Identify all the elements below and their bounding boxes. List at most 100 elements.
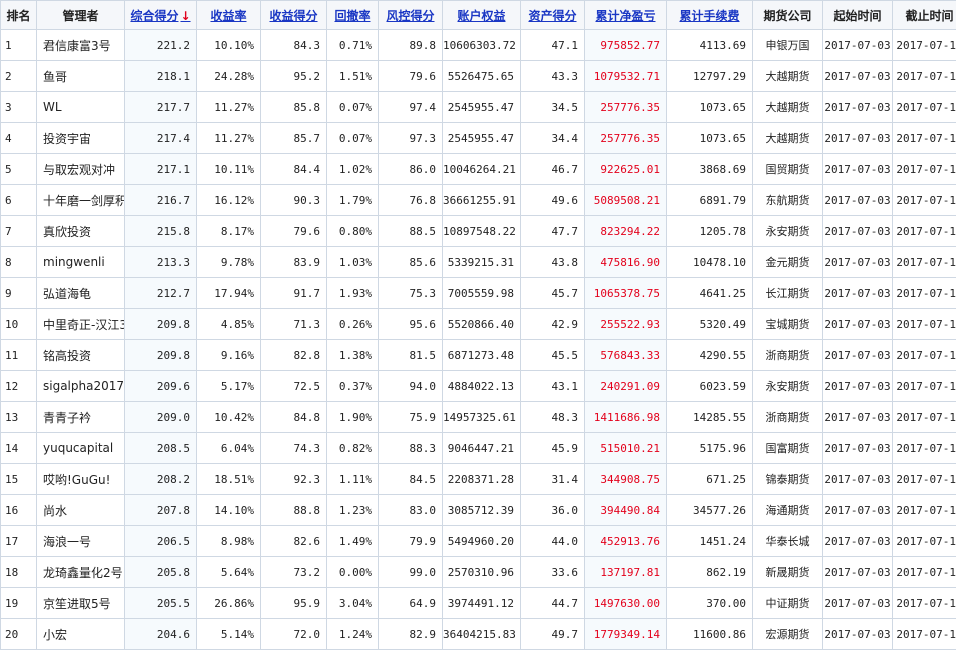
cell-end: 2017-07-13 [893, 278, 956, 309]
cell-asset-score: 45.7 [521, 278, 585, 309]
cell-return-score: 90.3 [261, 185, 327, 216]
table-row: 6十年磨一剑厚积216.716.12%90.31.79%76.836661255… [1, 185, 956, 216]
cell-rank: 11 [1, 340, 37, 371]
column-header-asset-score[interactable]: 资产得分 [521, 1, 585, 30]
cell-equity: 9046447.21 [443, 433, 521, 464]
cell-return-rate: 8.17% [197, 216, 261, 247]
cell-asset-score: 43.1 [521, 371, 585, 402]
cell-equity: 2208371.28 [443, 464, 521, 495]
cell-total-score: 205.8 [125, 557, 197, 588]
column-header-start: 起始时间 [823, 1, 893, 30]
cell-net-pnl: 975852.77 [585, 30, 667, 61]
column-header-risk-score[interactable]: 风控得分 [379, 1, 443, 30]
column-header-equity[interactable]: 账户权益 [443, 1, 521, 30]
cell-end: 2017-07-13 [893, 247, 956, 278]
cell-manager: 铭高投资 [37, 340, 125, 371]
cell-manager: 弘道海龟 [37, 278, 125, 309]
cell-fees: 5175.96 [667, 433, 753, 464]
cell-net-pnl: 515010.21 [585, 433, 667, 464]
cell-drawdown: 1.90% [327, 402, 379, 433]
cell-return-rate: 9.78% [197, 247, 261, 278]
cell-fees: 1205.78 [667, 216, 753, 247]
cell-fees: 4290.55 [667, 340, 753, 371]
cell-start: 2017-07-03 [823, 309, 893, 340]
table-row: 3WL217.711.27%85.80.07%97.42545955.4734.… [1, 92, 956, 123]
cell-start: 2017-07-03 [823, 216, 893, 247]
cell-return-rate: 10.42% [197, 402, 261, 433]
cell-return-rate: 26.86% [197, 588, 261, 619]
cell-end: 2017-07-13 [893, 123, 956, 154]
cell-risk-score: 79.9 [379, 526, 443, 557]
cell-equity: 7005559.98 [443, 278, 521, 309]
cell-return-score: 72.5 [261, 371, 327, 402]
cell-total-score: 213.3 [125, 247, 197, 278]
cell-manager: 十年磨一剑厚积 [37, 185, 125, 216]
cell-net-pnl: 1411686.98 [585, 402, 667, 433]
cell-manager: 中里奇正-汉江3 [37, 309, 125, 340]
cell-start: 2017-07-03 [823, 340, 893, 371]
cell-asset-score: 44.7 [521, 588, 585, 619]
column-header-label: 截止时间 [905, 9, 953, 23]
cell-equity: 2570310.96 [443, 557, 521, 588]
cell-broker: 锦泰期货 [753, 464, 823, 495]
cell-return-score: 82.8 [261, 340, 327, 371]
cell-manager: 小宏 [37, 619, 125, 650]
sort-descending-icon[interactable]: ↓ [180, 9, 190, 23]
cell-fees: 370.00 [667, 588, 753, 619]
table-row: 2鱼哥218.124.28%95.21.51%79.65526475.6543.… [1, 61, 956, 92]
cell-equity: 36661255.91 [443, 185, 521, 216]
column-header-return-rate[interactable]: 收益率 [197, 1, 261, 30]
cell-equity: 3085712.39 [443, 495, 521, 526]
cell-broker: 大越期货 [753, 92, 823, 123]
column-header-label: 收益得分 [269, 9, 317, 23]
table-header: 排名管理者综合得分↓收益率收益得分回撤率风控得分账户权益资产得分累计净盈亏累计手… [1, 1, 956, 30]
cell-drawdown: 0.07% [327, 92, 379, 123]
cell-manager: 青青子衿 [37, 402, 125, 433]
cell-equity: 14957325.61 [443, 402, 521, 433]
column-header-return-score[interactable]: 收益得分 [261, 1, 327, 30]
cell-end: 2017-07-13 [893, 185, 956, 216]
cell-rank: 3 [1, 92, 37, 123]
cell-asset-score: 36.0 [521, 495, 585, 526]
cell-return-rate: 14.10% [197, 495, 261, 526]
cell-fees: 1073.65 [667, 123, 753, 154]
table-row: 8mingwenli213.39.78%83.91.03%85.65339215… [1, 247, 956, 278]
table-row: 7真欣投资215.88.17%79.60.80%88.510897548.224… [1, 216, 956, 247]
cell-rank: 5 [1, 154, 37, 185]
cell-total-score: 215.8 [125, 216, 197, 247]
column-header-manager: 管理者 [37, 1, 125, 30]
cell-drawdown: 0.82% [327, 433, 379, 464]
cell-return-score: 84.8 [261, 402, 327, 433]
cell-manager: yuqucapital [37, 433, 125, 464]
cell-total-score: 209.8 [125, 340, 197, 371]
ranking-table: 排名管理者综合得分↓收益率收益得分回撤率风控得分账户权益资产得分累计净盈亏累计手… [0, 0, 956, 650]
cell-manager: 哎哟!GuGu! [37, 464, 125, 495]
column-header-fees[interactable]: 累计手续费 [667, 1, 753, 30]
cell-broker: 宝城期货 [753, 309, 823, 340]
column-header-total-score[interactable]: 综合得分↓ [125, 1, 197, 30]
cell-risk-score: 97.4 [379, 92, 443, 123]
column-header-net-pnl[interactable]: 累计净盈亏 [585, 1, 667, 30]
cell-manager: 海浪一号 [37, 526, 125, 557]
cell-net-pnl: 344908.75 [585, 464, 667, 495]
table-row: 13青青子衿209.010.42%84.81.90%75.914957325.6… [1, 402, 956, 433]
cell-net-pnl: 240291.09 [585, 371, 667, 402]
table-row: 5与取宏观对冲217.110.11%84.41.02%86.010046264.… [1, 154, 956, 185]
cell-drawdown: 0.71% [327, 30, 379, 61]
cell-total-score: 208.5 [125, 433, 197, 464]
cell-asset-score: 42.9 [521, 309, 585, 340]
cell-drawdown: 1.02% [327, 154, 379, 185]
cell-equity: 5520866.40 [443, 309, 521, 340]
cell-net-pnl: 922625.01 [585, 154, 667, 185]
cell-broker: 永安期货 [753, 216, 823, 247]
cell-end: 2017-07-13 [893, 30, 956, 61]
cell-drawdown: 0.07% [327, 123, 379, 154]
cell-total-score: 212.7 [125, 278, 197, 309]
cell-start: 2017-07-03 [823, 278, 893, 309]
column-header-drawdown[interactable]: 回撤率 [327, 1, 379, 30]
cell-drawdown: 1.11% [327, 464, 379, 495]
cell-manager: sigalpha2017 [37, 371, 125, 402]
cell-drawdown: 1.49% [327, 526, 379, 557]
cell-total-score: 221.2 [125, 30, 197, 61]
cell-equity: 3974491.12 [443, 588, 521, 619]
